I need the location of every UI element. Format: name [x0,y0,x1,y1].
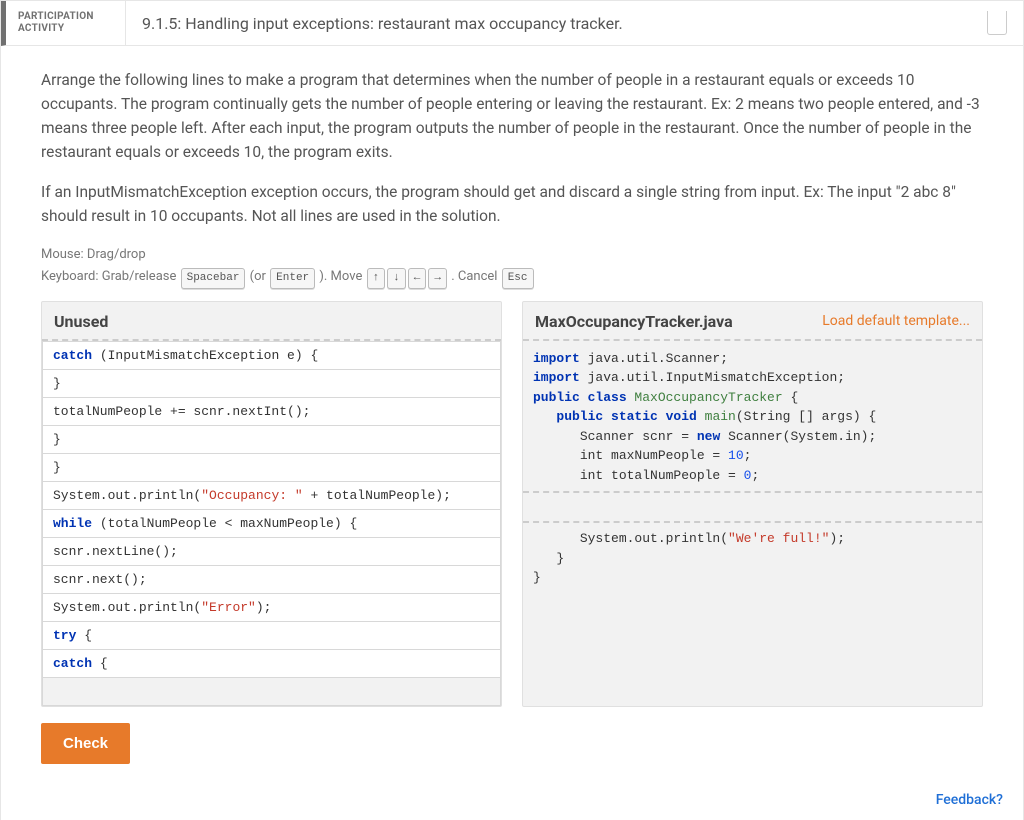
key-right-icon: → [428,268,447,289]
activity-container: PARTICIPATION ACTIVITY 9.1.5: Handling i… [0,0,1024,820]
panels-row: Unused catch (InputMismatchException e) … [41,301,983,707]
key-down-icon: ↓ [387,268,406,289]
check-button[interactable]: Check [41,723,130,764]
unused-code-line[interactable]: catch { [42,650,501,678]
bookmark-icon[interactable] [987,11,1007,35]
unused-list: catch (InputMismatchException e) {}total… [42,341,501,678]
unused-empty-slot[interactable] [42,678,501,706]
unused-code-line[interactable]: scnr.next(); [42,566,501,594]
unused-code-line[interactable]: System.out.println("Error"); [42,594,501,622]
unused-code-line[interactable]: try { [42,622,501,650]
unused-code-line[interactable]: scnr.nextLine(); [42,538,501,566]
code-row: import java.util.Scanner; [523,349,982,369]
activity-header: PARTICIPATION ACTIVITY 9.1.5: Handling i… [1,1,1023,46]
description-paragraph-2: If an InputMismatchException exception o… [41,180,983,228]
code-row: } [523,549,982,569]
unused-panel: Unused catch (InputMismatchException e) … [41,301,502,707]
badge-line-2: ACTIVITY [18,23,113,35]
participation-badge: PARTICIPATION ACTIVITY [6,1,126,45]
unused-code-line[interactable]: while (totalNumPeople < maxNumPeople) { [42,510,501,538]
code-row: int totalNumPeople = 0; [523,466,982,486]
description-paragraph-1: Arrange the following lines to make a pr… [41,68,983,164]
code-drop-zone[interactable] [523,491,982,523]
unused-code-line[interactable]: } [42,426,501,454]
key-up-icon: ↑ [367,268,386,289]
code-body: import java.util.Scanner;import java.uti… [523,341,982,596]
key-left-icon: ← [408,268,427,289]
code-row: } [523,568,982,588]
feedback-link[interactable]: Feedback? [1,784,1023,820]
key-enter: Enter [270,268,315,289]
code-row: Scanner scnr = new Scanner(System.in); [523,427,982,447]
unused-code-line[interactable]: } [42,370,501,398]
code-row: int maxNumPeople = 10; [523,446,982,466]
load-default-template-link[interactable]: Load default template... [822,313,970,329]
activity-title: 9.1.5: Handling input exceptions: restau… [126,2,987,45]
key-esc: Esc [502,268,534,289]
code-row: public class MaxOccupancyTracker { [523,388,982,408]
code-row: System.out.println("We're full!"); [523,529,982,549]
code-panel-title: MaxOccupancyTracker.java [535,312,733,331]
unused-code-line[interactable]: System.out.println("Occupancy: " + total… [42,482,501,510]
code-row: public static void main(String [] args) … [523,407,982,427]
activity-content: Arrange the following lines to make a pr… [1,46,1023,784]
unused-panel-title: Unused [54,312,108,331]
unused-code-line[interactable]: catch (InputMismatchException e) { [42,341,501,370]
badge-line-1: PARTICIPATION [18,11,113,23]
unused-panel-header: Unused [42,302,501,341]
code-panel-header: MaxOccupancyTracker.java Load default te… [523,302,982,341]
unused-code-line[interactable]: totalNumPeople += scnr.nextInt(); [42,398,501,426]
key-spacebar: Spacebar [181,268,246,289]
mouse-instruction: Mouse: Drag/drop [41,244,983,266]
code-before-drop: import java.util.Scanner;import java.uti… [523,349,982,486]
unused-code-line[interactable]: } [42,454,501,482]
code-panel: MaxOccupancyTracker.java Load default te… [522,301,983,707]
code-row: import java.util.InputMismatchException; [523,368,982,388]
keyboard-instruction-line: Keyboard: Grab/release Spacebar (or Ente… [41,266,983,289]
code-after-drop: System.out.println("We're full!"); }} [523,529,982,588]
keyboard-instructions: Mouse: Drag/drop Keyboard: Grab/release … [41,244,983,289]
